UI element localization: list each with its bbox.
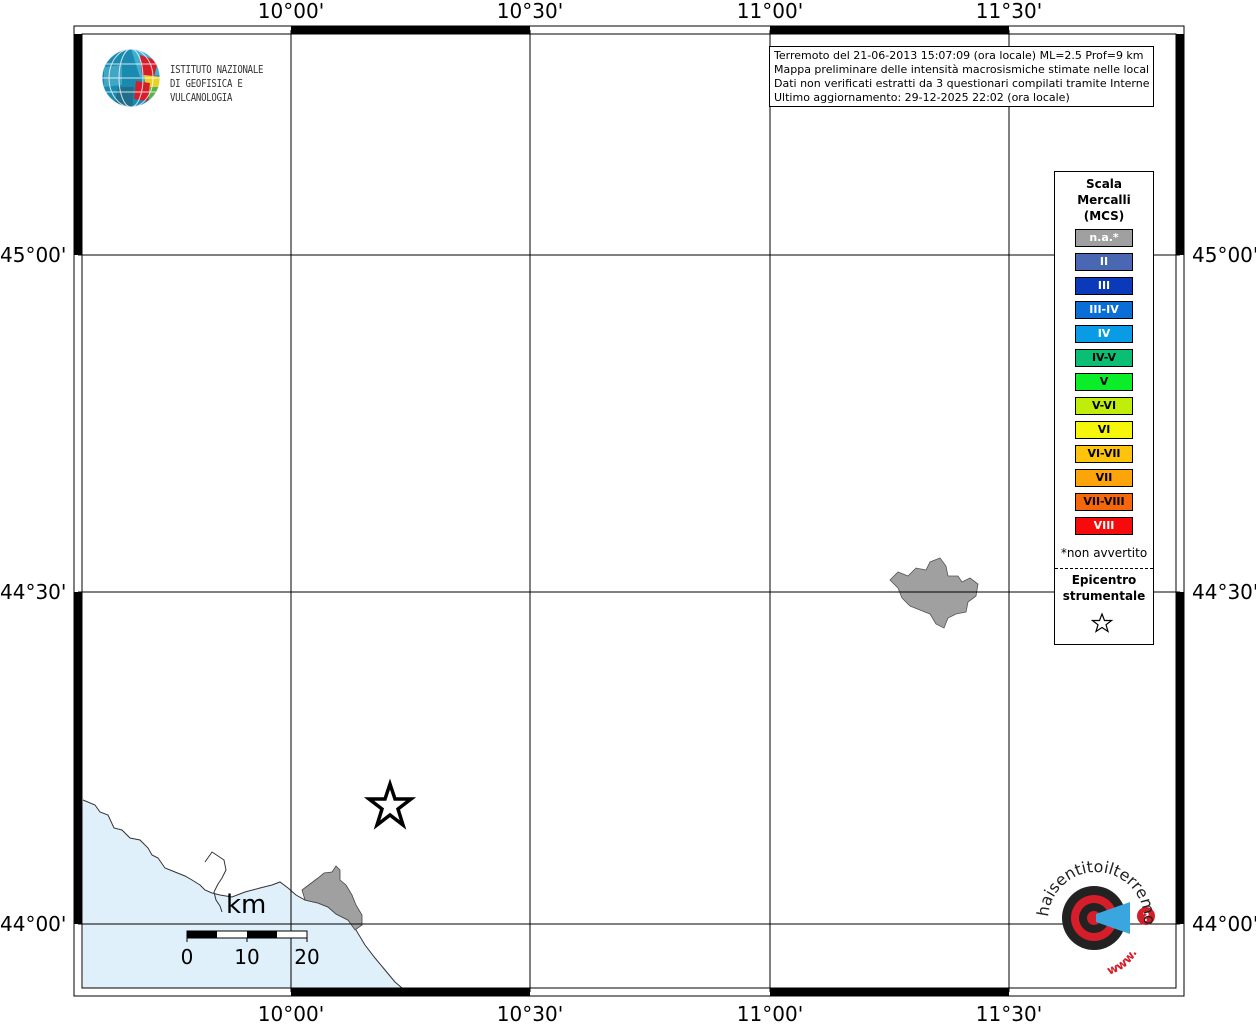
ingv-logo-text: ISTITUTO NAZIONALE DI GEOFISICA E VULCAN… <box>170 63 299 105</box>
legend-title-1: Scala <box>1085 177 1123 191</box>
legend-item: IV-V <box>1075 349 1133 367</box>
lat-tick-right-2: 44°00' <box>1192 912 1256 936</box>
lat-tick-left-0: 45°00' <box>0 243 67 267</box>
legend-title-3: (MCS) <box>1083 209 1125 223</box>
lat-tick-right-1: 44°30' <box>1192 580 1256 604</box>
legend-item: II <box>1075 253 1133 271</box>
epicenter-star[interactable] <box>363 778 417 830</box>
scale-label-20: 20 <box>294 945 320 969</box>
lon-tick-bottom-3: 11°30' <box>975 1002 1043 1026</box>
event-info-box: Terremoto del 21-06-2013 15:07:09 (ora l… <box>769 46 1154 107</box>
globe-logo-icon <box>101 48 161 108</box>
lon-tick-top-3: 11°30' <box>975 0 1043 23</box>
legend-note: *non avvertito <box>1060 546 1148 560</box>
hst-logo-www: www. <box>1105 947 1140 978</box>
lon-tick-top-2: 11°00' <box>736 0 804 23</box>
legend-item: III <box>1075 277 1133 295</box>
scale-unit-label: km <box>226 890 267 920</box>
graticule <box>78 30 1180 992</box>
legend-title-2: Mercalli <box>1077 193 1131 207</box>
legend-item: VII-VIII <box>1075 493 1133 511</box>
legend-item: V-VI <box>1075 397 1133 415</box>
legend-item: IV <box>1075 325 1133 343</box>
ingv-logo: ISTITUTO NAZIONALE DI GEOFISICA E VULCAN… <box>100 47 320 109</box>
lon-tick-top-1: 10°30' <box>496 0 564 23</box>
legend-item: VIII <box>1075 517 1133 535</box>
ingv-line2: DI GEOFISICA E VULCANOLOGIA <box>170 78 243 104</box>
legend-item: VI-VII <box>1075 445 1133 463</box>
lat-tick-left-1: 44°30' <box>0 580 67 604</box>
legend-epicenter-label: Epicentro strumentale <box>1055 572 1153 604</box>
info-line-event: Terremoto del 21-06-2013 15:07:09 (ora l… <box>774 49 1144 62</box>
lat-tick-right-0: 45°00' <box>1192 243 1256 267</box>
legend-item: VII <box>1075 469 1133 487</box>
lon-tick-bottom-1: 10°30' <box>496 1002 564 1026</box>
legend-epic-1: Epicentro <box>1071 573 1137 587</box>
legend-item: n.a.* <box>1075 229 1133 247</box>
ingv-line1: ISTITUTO NAZIONALE <box>170 64 264 76</box>
legend-divider <box>1055 568 1153 569</box>
legend-item: V <box>1075 373 1133 391</box>
lon-tick-bottom-0: 10°00' <box>257 1002 325 1026</box>
legend-star-icon <box>1091 612 1113 633</box>
scale-label-10: 10 <box>234 945 260 969</box>
city-area-east <box>889 557 979 629</box>
lon-tick-bottom-2: 11°00' <box>736 1002 804 1026</box>
scale-label-0: 0 <box>180 945 194 969</box>
info-line-updated: Ultimo aggiornamento: 29-12-2025 22:02 (… <box>774 91 1070 104</box>
lon-tick-top-0: 10°00' <box>257 0 325 23</box>
info-line-map: Mappa preliminare delle intensità macros… <box>774 63 1149 76</box>
haisentito-logo: ? haisentitoilterremoto.it www. <box>1034 858 1158 978</box>
lat-tick-left-2: 44°00' <box>0 912 67 936</box>
info-line-data: Dati non verificati estratti da 3 questi… <box>774 77 1149 90</box>
legend-epic-2: strumentale <box>1062 589 1146 603</box>
mcs-legend: Scala Mercalli (MCS) n.a.* II III III-IV IV I… <box>1054 171 1154 645</box>
legend-title: Scala Mercalli (MCS) <box>1055 176 1153 224</box>
legend-item: III-IV <box>1075 301 1133 319</box>
legend-item: VI <box>1075 421 1133 439</box>
map-frame-border <box>73 25 1185 997</box>
